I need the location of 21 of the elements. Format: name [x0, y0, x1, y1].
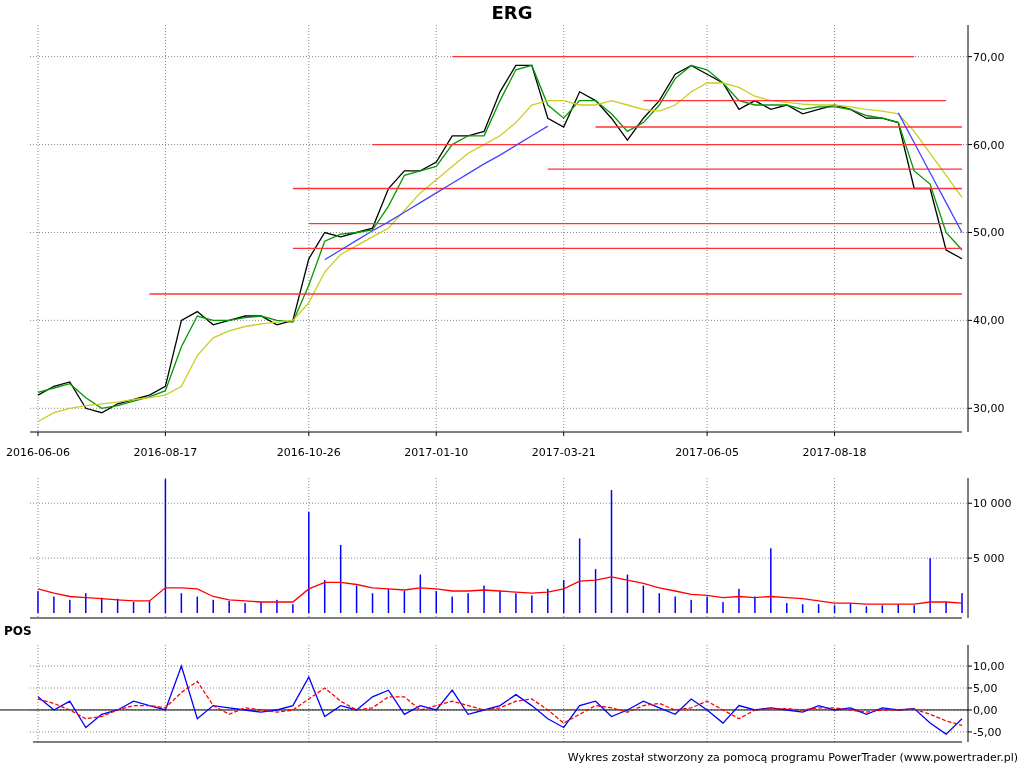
axis-label: -5,00	[973, 725, 1002, 739]
axis-label: 5,00	[973, 682, 998, 695]
axis-label: 50,00	[973, 226, 1005, 240]
credit-text: Wykres został stworzony za pomocą programu PowerTrader (www.powertrader.pl)	[567, 750, 1019, 764]
axis-label: 5 000	[973, 552, 1005, 566]
axis-label: 30,00	[973, 402, 1005, 416]
axis-label: 40,00	[973, 314, 1005, 328]
axis-label: 2017-06-05	[675, 446, 740, 459]
axis-label: 10 000	[973, 497, 1012, 511]
axis-label: 2016-08-17	[133, 446, 198, 459]
axis-label: 60,00	[973, 138, 1005, 152]
axis-label: 2016-06-06	[6, 446, 70, 459]
axis-label: 0,00	[973, 703, 998, 717]
axis-label: 2017-03-21	[531, 446, 596, 459]
chart-title: ERG	[491, 1, 533, 23]
axis-label: 10,00	[973, 660, 1005, 674]
axis-label: 2016-10-26	[276, 446, 341, 459]
indicator-title: POS	[3, 624, 32, 638]
axis-label: 70,00	[973, 50, 1005, 64]
axis-label: 2017-01-10	[404, 446, 469, 459]
axis-label: 2017-08-18	[802, 446, 867, 459]
